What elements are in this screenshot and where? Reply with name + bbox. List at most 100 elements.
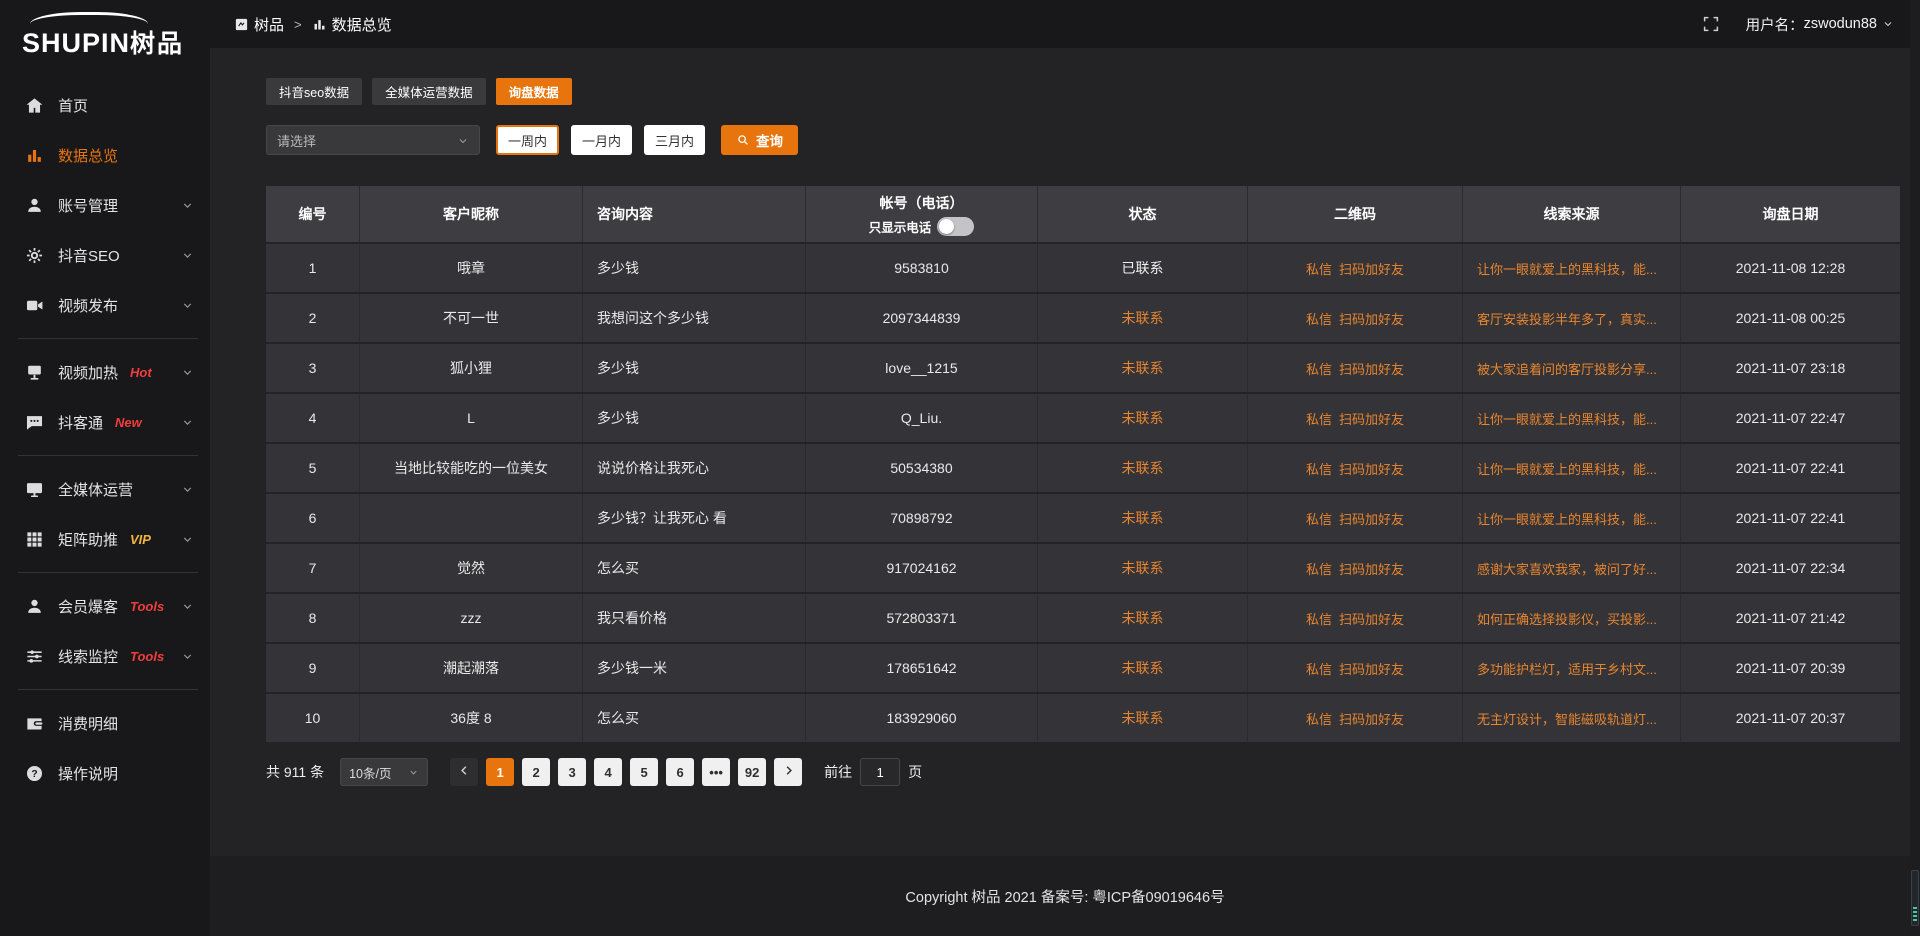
qr-link[interactable]: 私信: [1306, 459, 1332, 478]
source-link[interactable]: 感谢大家喜欢我家，被问了好...: [1477, 559, 1657, 578]
page-ellipsis-button[interactable]: •••: [702, 758, 730, 786]
source-link[interactable]: 让你一眼就爱上的黑科技，能...: [1477, 459, 1657, 478]
status-badge: 未联系: [1122, 508, 1164, 528]
qr-link[interactable]: 扫码加好友: [1339, 509, 1404, 528]
user-menu[interactable]: 用户名： zswodun88: [1746, 14, 1894, 35]
sidebar-item-video-heat[interactable]: 视频加热Hot: [0, 347, 210, 397]
source-link[interactable]: 被大家追着问的客厅投影分享...: [1477, 359, 1657, 378]
table-row: 8zzz我只看价格572803371未联系私信扫码加好友如何正确选择投影仪，买投…: [266, 594, 1900, 642]
source-link[interactable]: 无主灯设计，智能磁吸轨道灯...: [1477, 709, 1657, 728]
page-button-92[interactable]: 92: [738, 758, 766, 786]
header-source: 线索来源: [1463, 186, 1681, 242]
cell-no: 8: [266, 594, 360, 642]
header-no: 编号: [266, 186, 360, 242]
page-size-select[interactable]: 10条/页: [340, 758, 428, 786]
next-page-button[interactable]: [774, 758, 802, 786]
qr-link[interactable]: 扫码加好友: [1339, 459, 1404, 478]
range-button-one-week[interactable]: 一周内: [496, 125, 559, 155]
page-button-4[interactable]: 4: [594, 758, 622, 786]
sidebar-item-operation-guide[interactable]: ?操作说明: [0, 748, 210, 798]
breadcrumb-home[interactable]: 树品: [254, 14, 284, 35]
scrollbar-thumb[interactable]: [1911, 870, 1919, 926]
page-button-2[interactable]: 2: [522, 758, 550, 786]
sidebar-item-account-management[interactable]: 账号管理: [0, 180, 210, 230]
sliders-icon: [25, 647, 44, 666]
breadcrumb-separator: >: [294, 17, 302, 32]
cell-nickname: 觉然: [360, 544, 583, 592]
tab-inquiry-data[interactable]: 询盘数据: [496, 78, 572, 105]
cell-no: 10: [266, 694, 360, 742]
qr-link[interactable]: 私信: [1306, 309, 1332, 328]
tab-douyin-seo-data[interactable]: 抖音seo数据: [266, 78, 362, 105]
filter-select[interactable]: 请选择: [266, 125, 480, 155]
phone-only-toggle[interactable]: [937, 217, 974, 236]
table-row: 3狐小狸多少钱love__1215未联系私信扫码加好友被大家追着问的客厅投影分享…: [266, 344, 1900, 392]
qr-link[interactable]: 私信: [1306, 559, 1332, 578]
cell-content: 怎么买: [583, 694, 806, 742]
sidebar: SHUPIN树品 首页数据总览账号管理抖音SEO视频发布视频加热Hot抖客通Ne…: [0, 0, 210, 936]
tab-media-operation-data[interactable]: 全媒体运营数据: [372, 78, 486, 105]
qr-link[interactable]: 扫码加好友: [1339, 259, 1404, 278]
sidebar-item-home[interactable]: 首页: [0, 80, 210, 130]
page-button-1[interactable]: 1: [486, 758, 514, 786]
cell-qrcode: 私信扫码加好友: [1248, 394, 1463, 442]
cell-account: 178651642: [806, 644, 1038, 692]
qr-link[interactable]: 私信: [1306, 359, 1332, 378]
sidebar-item-matrix-boost[interactable]: 矩阵助推VIP: [0, 514, 210, 564]
goto-page-input[interactable]: [860, 758, 900, 786]
sidebar-item-douketong[interactable]: 抖客通New: [0, 397, 210, 447]
cell-date: 2021-11-07 23:18: [1681, 344, 1900, 392]
scrollbar-track[interactable]: [1910, 0, 1920, 936]
source-link[interactable]: 客厅安装投影半年多了，真实...: [1477, 309, 1657, 328]
cell-content: 多少钱一米: [583, 644, 806, 692]
grid-icon: [25, 530, 44, 549]
qr-link[interactable]: 扫码加好友: [1339, 559, 1404, 578]
sidebar-item-member-burst[interactable]: 会员爆客Tools: [0, 581, 210, 631]
page-button-3[interactable]: 3: [558, 758, 586, 786]
source-link[interactable]: 让你一眼就爱上的黑科技，能...: [1477, 409, 1657, 428]
range-button-one-month[interactable]: 一月内: [571, 125, 632, 155]
cell-content: 怎么买: [583, 544, 806, 592]
sidebar-item-data-overview[interactable]: 数据总览: [0, 130, 210, 180]
sidebar-item-video-publish[interactable]: 视频发布: [0, 280, 210, 330]
cell-date: 2021-11-07 21:42: [1681, 594, 1900, 642]
gear-icon: [25, 246, 44, 265]
qr-link[interactable]: 扫码加好友: [1339, 709, 1404, 728]
cell-source: 客厅安装投影半年多了，真实...: [1463, 294, 1681, 342]
copyright-text: Copyright 树品 2021 备案号: 粤ICP备09019646号: [905, 886, 1224, 907]
query-button[interactable]: 查询: [721, 125, 798, 155]
qr-link[interactable]: 扫码加好友: [1339, 409, 1404, 428]
sidebar-item-media-operation[interactable]: 全媒体运营: [0, 464, 210, 514]
source-link[interactable]: 多功能护栏灯，适用于乡村文...: [1477, 659, 1657, 678]
sidebar-item-consumption-detail[interactable]: 消费明细: [0, 698, 210, 748]
qr-link[interactable]: 私信: [1306, 609, 1332, 628]
prev-page-button[interactable]: [450, 758, 478, 786]
page-button-5[interactable]: 5: [630, 758, 658, 786]
qr-link[interactable]: 私信: [1306, 709, 1332, 728]
qr-link[interactable]: 扫码加好友: [1339, 659, 1404, 678]
cell-nickname: [360, 494, 583, 542]
chat-icon: [25, 413, 44, 432]
chevron-down-icon: [181, 483, 194, 496]
qr-link[interactable]: 私信: [1306, 659, 1332, 678]
qr-link[interactable]: 扫码加好友: [1339, 309, 1404, 328]
page-button-6[interactable]: 6: [666, 758, 694, 786]
qr-link[interactable]: 私信: [1306, 409, 1332, 428]
sidebar-badge: Hot: [130, 365, 152, 380]
sidebar-item-douyin-seo[interactable]: 抖音SEO: [0, 230, 210, 280]
status-badge: 未联系: [1122, 658, 1164, 678]
fullscreen-icon[interactable]: [1702, 15, 1720, 33]
source-link[interactable]: 如何正确选择投影仪，买投影...: [1477, 609, 1657, 628]
qr-link[interactable]: 扫码加好友: [1339, 359, 1404, 378]
phone-only-label: 只显示电话: [869, 217, 932, 236]
qr-link[interactable]: 扫码加好友: [1339, 609, 1404, 628]
range-button-three-months[interactable]: 三月内: [644, 125, 705, 155]
qr-link[interactable]: 私信: [1306, 259, 1332, 278]
source-link[interactable]: 让你一眼就爱上的黑科技，能...: [1477, 509, 1657, 528]
cell-date: 2021-11-08 00:25: [1681, 294, 1900, 342]
sidebar-item-lead-monitor[interactable]: 线索监控Tools: [0, 631, 210, 681]
qr-link[interactable]: 私信: [1306, 509, 1332, 528]
source-link[interactable]: 让你一眼就爱上的黑科技，能...: [1477, 259, 1657, 278]
cell-qrcode: 私信扫码加好友: [1248, 594, 1463, 642]
table-row: 1哦章多少钱9583810已联系私信扫码加好友让你一眼就爱上的黑科技，能...2…: [266, 244, 1900, 292]
